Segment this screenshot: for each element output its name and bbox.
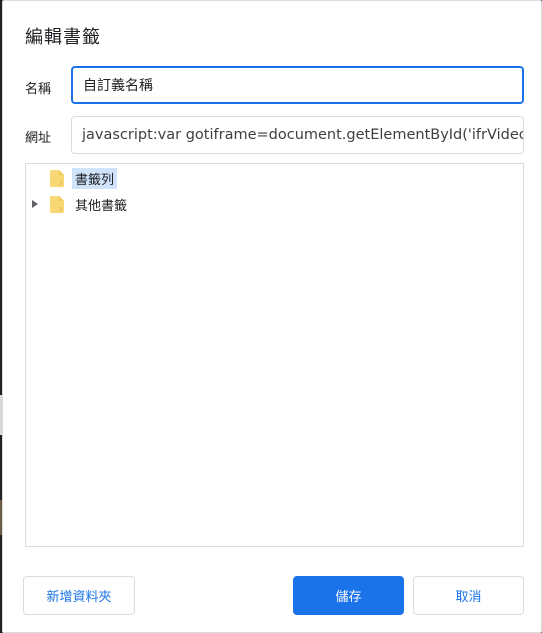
name-label: 名稱	[25, 82, 52, 97]
cancel-button[interactable]: 取消	[413, 576, 524, 615]
name-input-value: 自訂義名稱	[83, 78, 153, 94]
tree-item-other-bookmarks[interactable]: 其他書籤	[26, 192, 523, 216]
dialog-title: 編輯書籤	[25, 27, 101, 48]
tree-item-label: 其他書籤	[75, 198, 128, 214]
tree-item-bookmarks-bar[interactable]: 書籤列	[26, 166, 523, 190]
new-folder-button[interactable]: 新增資料夾	[23, 576, 135, 615]
save-button[interactable]: 儲存	[293, 576, 404, 615]
url-input[interactable]: javascript:var gotiframe=document.getEle…	[71, 116, 524, 154]
edit-bookmark-dialog: 編輯書籤 名稱 自訂義名稱 網址 javascript:var gotifram…	[2, 0, 542, 633]
url-label: 網址	[25, 131, 52, 146]
folder-icon	[50, 170, 64, 187]
name-input[interactable]: 自訂義名稱	[71, 66, 524, 104]
tree-item-label: 書籤列	[72, 167, 118, 189]
folder-tree[interactable]: 書籤列 其他書籤	[25, 163, 524, 547]
expand-arrow-icon[interactable]	[32, 200, 38, 208]
folder-icon	[50, 196, 64, 213]
url-input-value: javascript:var gotiframe=document.getEle…	[82, 127, 524, 143]
